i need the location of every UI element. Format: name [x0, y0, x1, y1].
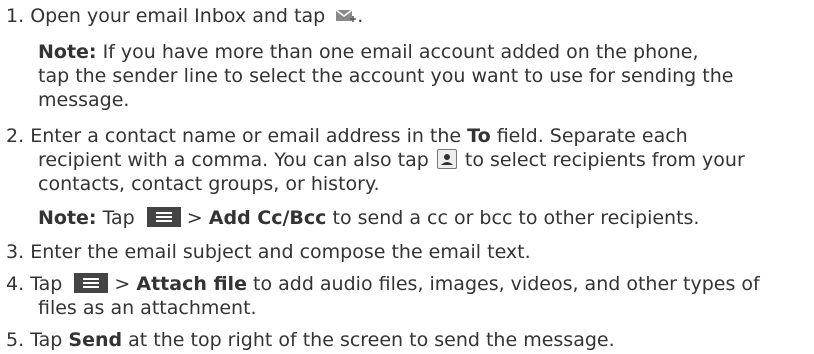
- step-bold: To: [467, 125, 491, 147]
- step-bold: Send: [68, 329, 123, 351]
- note-text: to send a cc or bcc to other recipients.: [332, 207, 700, 229]
- note-text: message.: [38, 89, 130, 111]
- step-text: Tap: [30, 329, 63, 351]
- step-text: at the top right of the screen to send t…: [128, 329, 615, 351]
- step-text: files as an attachment.: [38, 297, 257, 319]
- note-text: Tap: [102, 207, 135, 229]
- note-label: Note:: [38, 207, 97, 229]
- step-number: 3.: [6, 241, 25, 263]
- step-number: 5.: [6, 329, 25, 351]
- gt-symbol: >: [186, 207, 203, 229]
- contact-icon: [436, 149, 457, 169]
- note-2: Note: Tap > Add Cc/Bcc to send a cc or b…: [38, 206, 808, 230]
- step-text: Tap: [30, 273, 63, 295]
- step-text: Enter a contact name or email address in…: [30, 125, 462, 147]
- step-text: field. Separate each: [496, 125, 688, 147]
- step-text: Open your email Inbox and tap: [30, 5, 326, 27]
- step-4: 4. Tap > Attach file to add audio files,…: [6, 272, 806, 320]
- note-1: Note: If you have more than one email ac…: [38, 40, 808, 112]
- step-number: 2.: [6, 125, 25, 147]
- step-2: 2. Enter a contact name or email address…: [6, 124, 806, 196]
- instruction-document: 1. Open your email Inbox and tap . Note:…: [0, 0, 814, 354]
- step-bold: Attach file: [136, 273, 247, 295]
- step-number: 1.: [6, 5, 25, 27]
- step-text-end: .: [357, 5, 364, 27]
- step-text: recipient with a comma. You can also tap: [38, 149, 429, 171]
- step-number: 4.: [6, 273, 25, 295]
- step-text: contacts, contact groups, or history.: [38, 173, 380, 195]
- step-5: 5. Tap Send at the top right of the scre…: [6, 328, 806, 352]
- step-text: to select recipients from your: [464, 149, 745, 171]
- step-3: 3. Enter the email subject and compose t…: [6, 240, 806, 264]
- step-text: to add audio files, images, videos, and …: [253, 273, 760, 295]
- menu-icon: [74, 273, 109, 293]
- note-bold: Add Cc/Bcc: [208, 207, 327, 229]
- note-text: If you have more than one email account …: [102, 41, 699, 63]
- menu-icon: [146, 207, 181, 227]
- step-1: 1. Open your email Inbox and tap .: [6, 4, 806, 28]
- note-label: Note:: [38, 41, 97, 63]
- compose-mail-icon: [335, 7, 357, 25]
- gt-symbol: >: [114, 273, 131, 295]
- note-text: tap the sender line to select the accoun…: [38, 65, 734, 87]
- step-text: Enter the email subject and compose the …: [30, 241, 531, 263]
